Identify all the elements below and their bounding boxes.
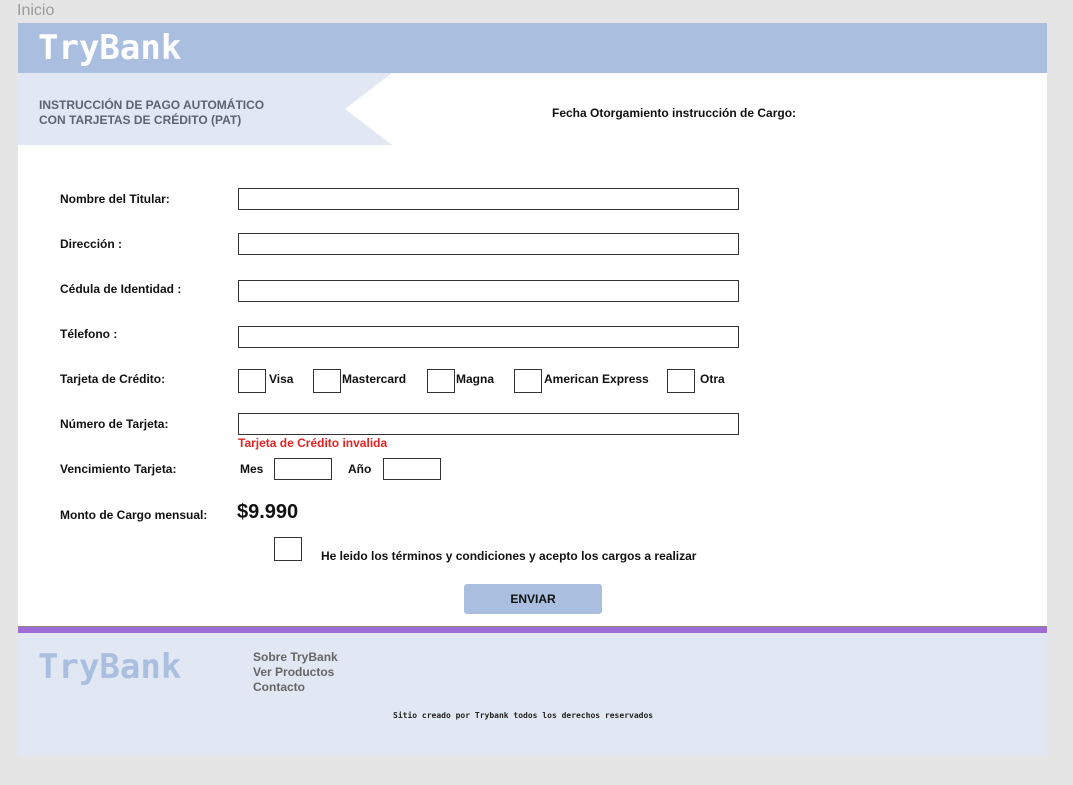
numero-tarjeta-label: Número de Tarjeta: xyxy=(60,417,169,431)
otra-checkbox[interactable] xyxy=(667,369,695,393)
header-logo[interactable]: TryBank xyxy=(38,28,181,68)
visa-label: Visa xyxy=(269,372,294,386)
american-express-checkbox[interactable] xyxy=(514,369,542,393)
nombre-label: Nombre del Titular: xyxy=(60,192,170,206)
form-title: INSTRUCCIÓN DE PAGO AUTOMÁTICO CON TARJE… xyxy=(39,98,339,128)
footer-link-contacto[interactable]: Contacto xyxy=(253,680,305,694)
cedula-label: Cédula de Identidad : xyxy=(60,282,182,296)
footer-link-productos[interactable]: Ver Productos xyxy=(253,665,334,679)
enviar-button[interactable]: ENVIAR xyxy=(464,584,602,614)
header-bar: TryBank xyxy=(18,23,1047,73)
page-frame: TryBank INSTRUCCIÓN DE PAGO AUTOMÁTICO C… xyxy=(18,23,1047,756)
page-label: Inicio xyxy=(17,2,55,19)
magna-checkbox[interactable] xyxy=(427,369,455,393)
mes-label: Mes xyxy=(240,462,264,476)
numero-tarjeta-input[interactable] xyxy=(238,413,739,435)
footer: TryBank Sobre TryBank Ver Productos Cont… xyxy=(18,633,1047,756)
form-title-line-1: INSTRUCCIÓN DE PAGO AUTOMÁTICO xyxy=(39,98,265,112)
visa-checkbox[interactable] xyxy=(238,369,266,393)
vencimiento-label: Vencimiento Tarjeta: xyxy=(60,462,177,476)
otra-label: Otra xyxy=(700,372,725,386)
monto-label: Monto de Cargo mensual: xyxy=(60,508,208,522)
anio-input[interactable] xyxy=(383,458,441,480)
mastercard-label: Mastercard xyxy=(342,372,407,386)
footer-logo[interactable]: TryBank xyxy=(38,647,181,687)
terms-label: He leido los términos y condiciones y ac… xyxy=(321,549,697,563)
mastercard-checkbox[interactable] xyxy=(313,369,341,393)
terms-checkbox[interactable] xyxy=(274,537,302,561)
telefono-input[interactable] xyxy=(238,326,739,348)
magna-label: Magna xyxy=(456,372,495,386)
copyright-text: Sitio creado por Trybank todos los derec… xyxy=(393,711,654,720)
american-express-label: American Express xyxy=(544,372,649,386)
fecha-otorgamiento-label: Fecha Otorgamiento instrucción de Cargo: xyxy=(552,106,797,120)
tarjeta-label: Tarjeta de Crédito: xyxy=(60,372,166,386)
form-title-line-2: CON TARJETAS DE CRÉDITO (PAT) xyxy=(39,113,242,127)
anio-label: Año xyxy=(348,462,372,476)
numero-tarjeta-error: Tarjeta de Crédito invalida xyxy=(238,436,388,450)
form-title-banner: INSTRUCCIÓN DE PAGO AUTOMÁTICO CON TARJE… xyxy=(18,73,392,145)
direccion-label: Dirección : xyxy=(60,237,123,251)
cedula-input[interactable] xyxy=(238,280,739,302)
mes-input[interactable] xyxy=(274,458,332,480)
direccion-input[interactable] xyxy=(238,233,739,255)
footer-link-sobre[interactable]: Sobre TryBank xyxy=(253,650,338,664)
nombre-input[interactable] xyxy=(238,188,739,210)
telefono-label: Télefono : xyxy=(60,327,118,341)
monto-value: $9.990 xyxy=(237,501,299,523)
